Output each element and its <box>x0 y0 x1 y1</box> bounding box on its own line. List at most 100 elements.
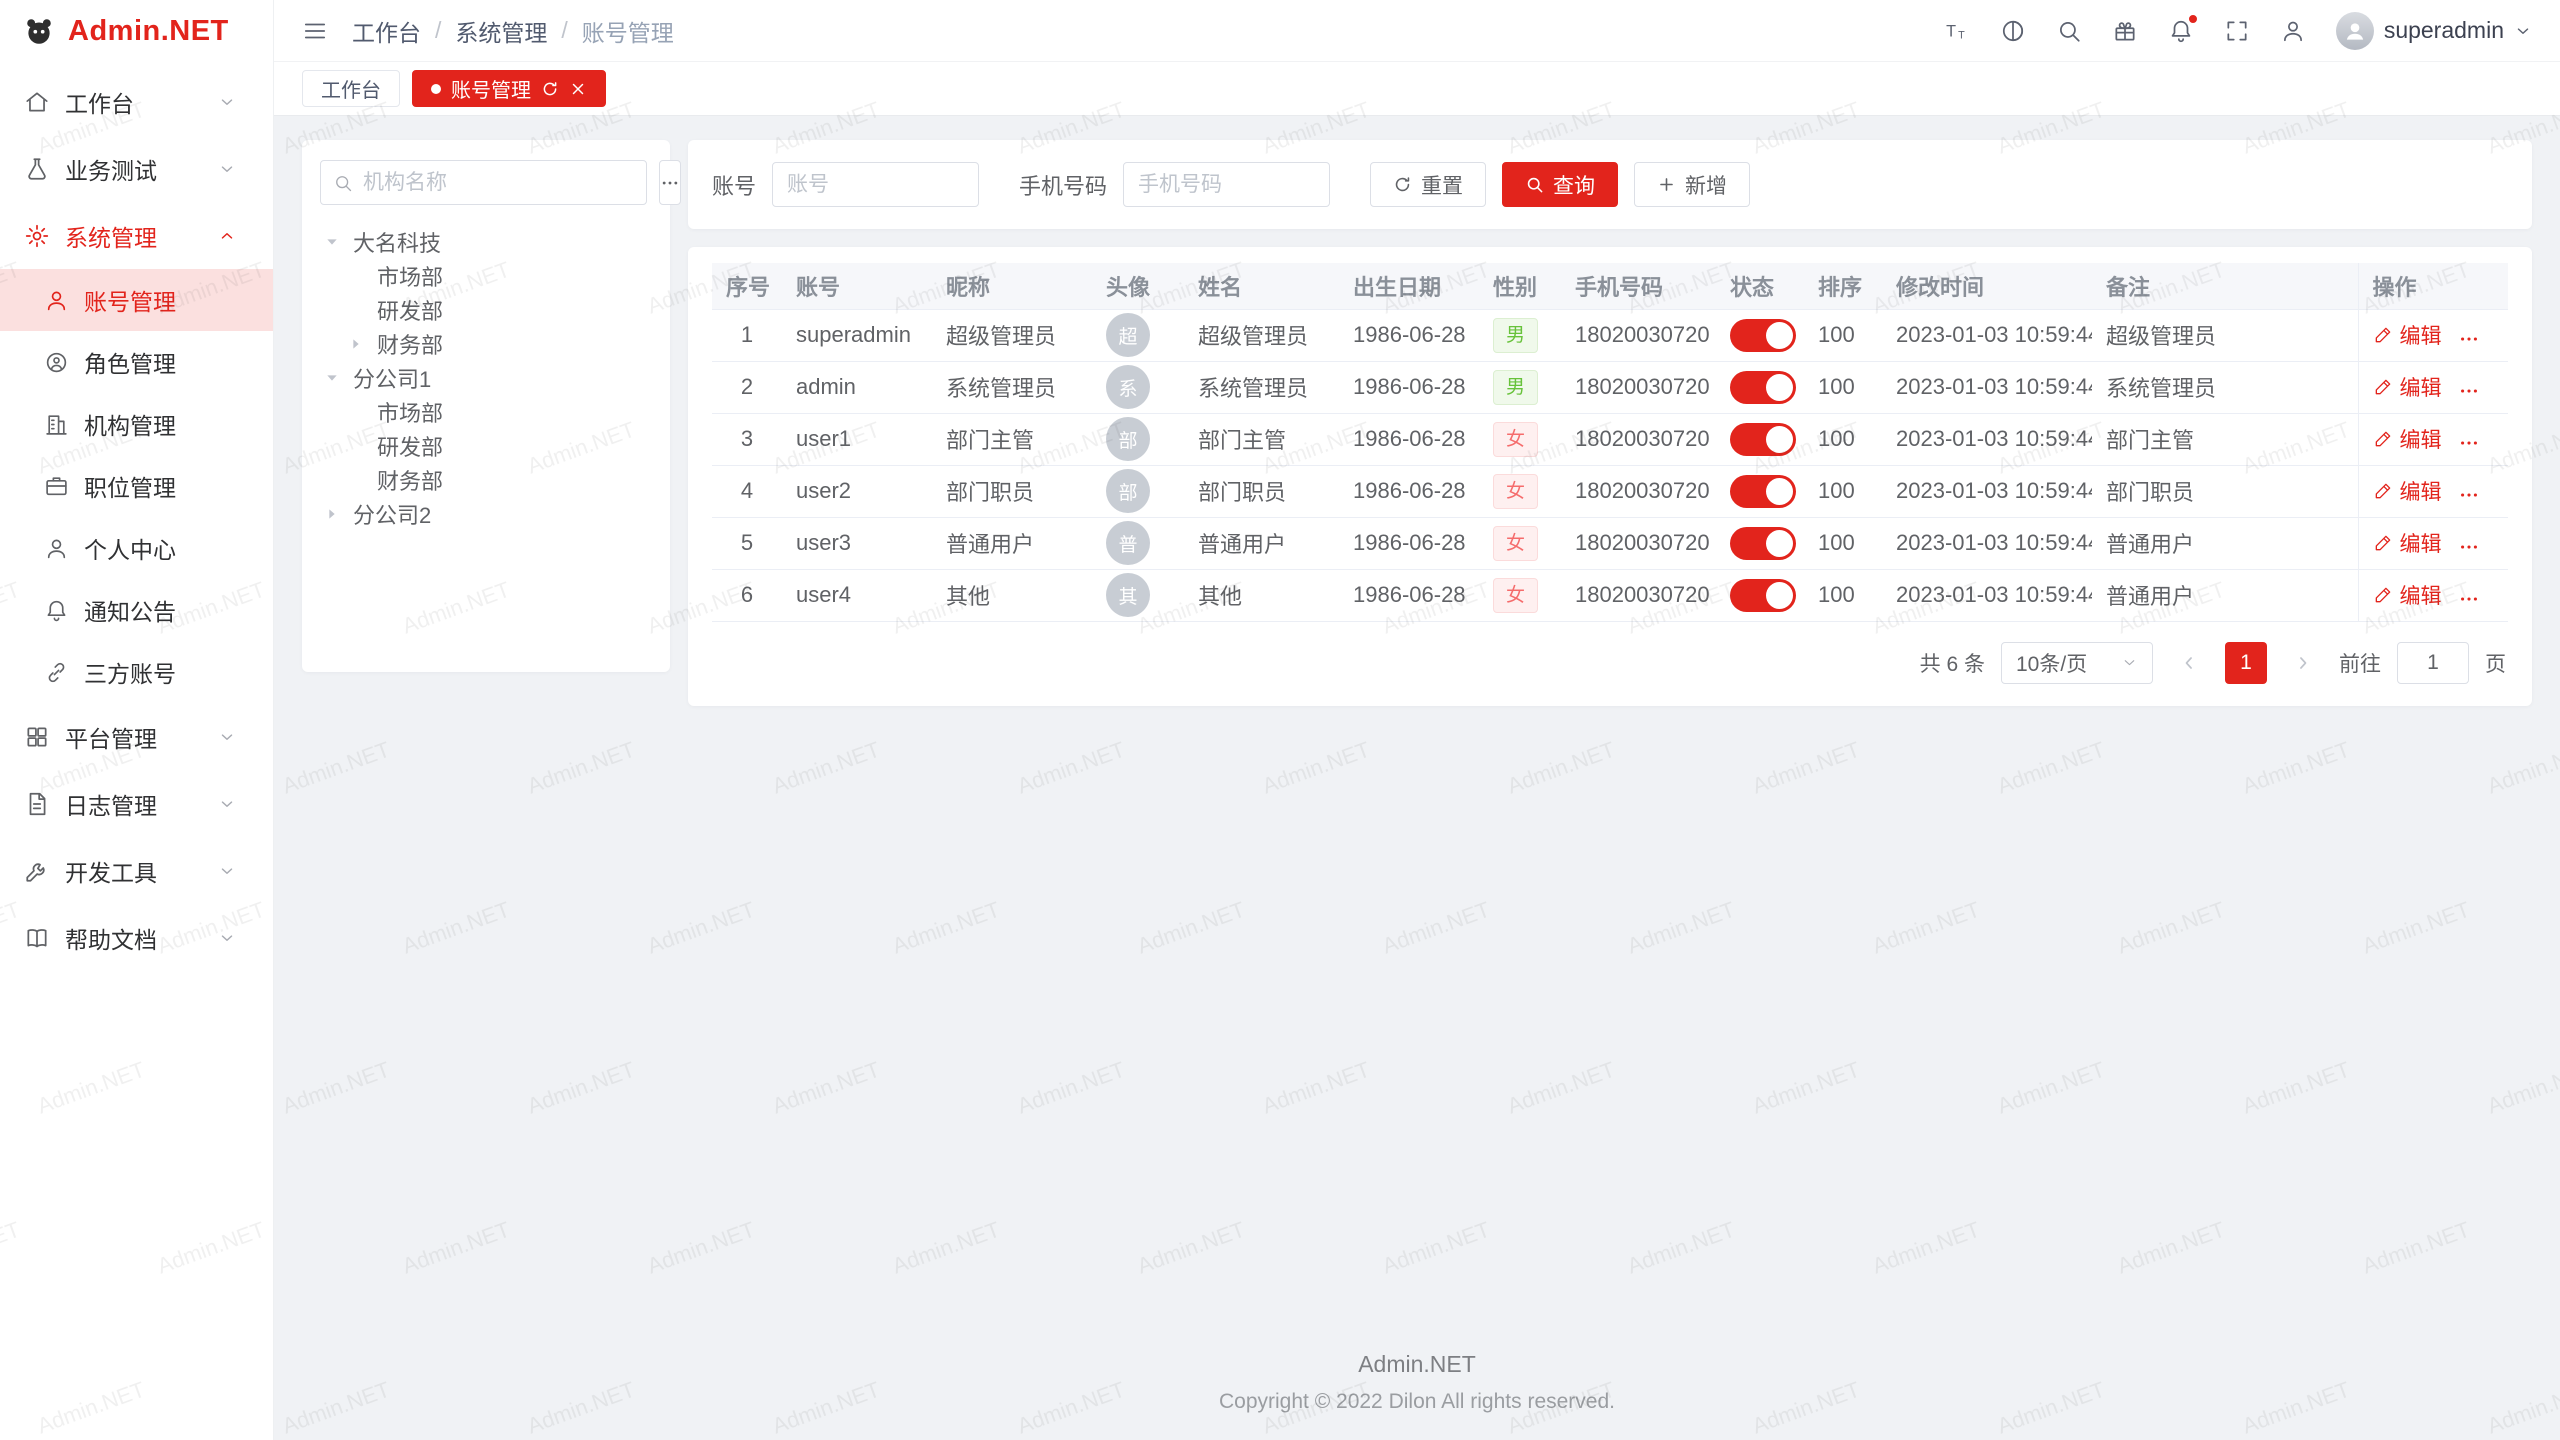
main-area: 工作台 / 系统管理 / 账号管理 TT superadmin <box>274 0 2560 1440</box>
status-toggle[interactable] <box>1730 579 1796 612</box>
edit-button[interactable]: 编辑 <box>2373 320 2442 350</box>
sidebar-item-system-management[interactable]: 系统管理 <box>0 202 273 269</box>
sidebar-item-business-test[interactable]: 业务测试 <box>0 135 273 202</box>
fullscreen-icon[interactable] <box>2224 18 2250 44</box>
breadcrumb-item-system[interactable]: 系统管理 <box>455 14 547 48</box>
font-size-icon[interactable]: TT <box>1944 18 1970 44</box>
row-more-button[interactable] <box>2458 432 2480 454</box>
cell-modified-time: 2023-01-03 10:59:44 <box>1882 517 2092 569</box>
sidebar-item-role-management[interactable]: 角色管理 <box>0 331 273 393</box>
table-row: 4user2部门职员部部门职员1986-06-28女18020030720100… <box>712 465 2508 517</box>
tree-more-button[interactable] <box>659 160 681 205</box>
tree-node[interactable]: 研发部 <box>320 429 652 463</box>
tree-node[interactable]: 分公司2 <box>320 497 652 531</box>
notification-bell[interactable] <box>2168 18 2194 44</box>
tab-close-icon[interactable] <box>569 80 587 98</box>
cell-actions: 编辑 <box>2358 569 2508 621</box>
row-more-button[interactable] <box>2458 328 2480 350</box>
tree-node[interactable]: 大名科技 <box>320 225 652 259</box>
cell-name: 其他 <box>1184 569 1339 621</box>
tree-node-label: 研发部 <box>377 294 443 326</box>
app-logo[interactable]: Admin.NET <box>0 0 273 62</box>
sidebar-item-org-management[interactable]: 机构管理 <box>0 393 273 455</box>
sidebar-item-log-management[interactable]: 日志管理 <box>0 770 273 837</box>
edit-button-label: 编辑 <box>2400 320 2442 350</box>
goto-page-input[interactable] <box>2397 642 2469 684</box>
edit-button[interactable]: 编辑 <box>2373 580 2442 610</box>
phone-input[interactable] <box>1123 162 1330 207</box>
cell-account: superadmin <box>782 309 932 361</box>
edit-button[interactable]: 编辑 <box>2373 424 2442 454</box>
cell-birth-date: 1986-06-28 <box>1339 309 1479 361</box>
sidebar-item-label: 三方账号 <box>84 655 176 689</box>
tree-node[interactable]: 市场部 <box>320 259 652 293</box>
reset-button-label: 重置 <box>1421 170 1463 200</box>
add-button[interactable]: 新增 <box>1634 162 1750 207</box>
sidebar-item-third-party-account[interactable]: 三方账号 <box>0 641 273 703</box>
search-icon[interactable] <box>2056 18 2082 44</box>
theme-icon[interactable] <box>2000 18 2026 44</box>
tree-node[interactable]: 财务部 <box>320 327 652 361</box>
status-toggle[interactable] <box>1730 475 1796 508</box>
user-settings-icon[interactable] <box>2280 18 2306 44</box>
caret-right-icon[interactable] <box>324 506 348 522</box>
sidebar-item-position-management[interactable]: 职位管理 <box>0 455 273 517</box>
row-more-button[interactable] <box>2458 588 2480 610</box>
tree-node[interactable]: 财务部 <box>320 463 652 497</box>
sidebar-item-workbench[interactable]: 工作台 <box>0 68 273 135</box>
row-more-button[interactable] <box>2458 380 2480 402</box>
search-button[interactable]: 查询 <box>1502 162 1618 207</box>
sidebar-item-label: 日志管理 <box>65 787 218 821</box>
tree-node[interactable]: 市场部 <box>320 395 652 429</box>
row-more-button[interactable] <box>2458 536 2480 558</box>
tab-account-management[interactable]: 账号管理 <box>412 70 606 107</box>
edit-button[interactable]: 编辑 <box>2373 476 2442 506</box>
cell-name: 普通用户 <box>1184 517 1339 569</box>
tree-node[interactable]: 研发部 <box>320 293 652 327</box>
status-toggle[interactable] <box>1730 319 1796 352</box>
sidebar-item-help-docs[interactable]: 帮助文档 <box>0 904 273 971</box>
sidebar-item-personal-center[interactable]: 个人中心 <box>0 517 273 579</box>
cell-status <box>1716 413 1804 465</box>
user-menu[interactable]: superadmin <box>2336 12 2532 50</box>
breadcrumb-item-workbench[interactable]: 工作台 <box>352 14 421 48</box>
org-name-input[interactable] <box>363 171 634 195</box>
cell-nickname: 超级管理员 <box>932 309 1092 361</box>
status-toggle[interactable] <box>1730 371 1796 404</box>
cell-order: 100 <box>1804 361 1882 413</box>
page-number-1[interactable]: 1 <box>2225 642 2267 684</box>
edit-button[interactable]: 编辑 <box>2373 372 2442 402</box>
page-size-select[interactable]: 10条/页 <box>2001 642 2153 684</box>
status-toggle[interactable] <box>1730 527 1796 560</box>
tab-workbench[interactable]: 工作台 <box>302 70 400 107</box>
gift-icon[interactable] <box>2112 18 2138 44</box>
cell-name: 系统管理员 <box>1184 361 1339 413</box>
sidebar-item-dev-tools[interactable]: 开发工具 <box>0 837 273 904</box>
users-table-card: 序号账号昵称头像姓名出生日期性别手机号码状态排序修改时间备注操作 1supera… <box>688 247 2532 706</box>
edit-button[interactable]: 编辑 <box>2373 528 2442 558</box>
caret-right-icon[interactable] <box>348 336 372 352</box>
tab-refresh-icon[interactable] <box>541 80 559 98</box>
sidebar-menu: 工作台业务测试系统管理账号管理角色管理机构管理职位管理个人中心通知公告三方账号平… <box>0 62 273 1440</box>
menu-collapse-icon[interactable] <box>302 18 328 44</box>
tool-icon <box>24 858 50 884</box>
sidebar-item-notice-announcement[interactable]: 通知公告 <box>0 579 273 641</box>
org-tree-panel: 大名科技市场部研发部财务部分公司1市场部研发部财务部分公司2 <box>302 140 670 672</box>
reset-button[interactable]: 重置 <box>1370 162 1486 207</box>
sidebar-item-account-management[interactable]: 账号管理 <box>0 269 273 331</box>
more-icon <box>660 173 680 193</box>
account-input[interactable] <box>772 162 979 207</box>
next-page-button[interactable] <box>2283 643 2323 683</box>
sidebar-item-label: 账号管理 <box>84 283 176 317</box>
caret-down-icon[interactable] <box>324 370 348 386</box>
cell-gender: 女 <box>1479 413 1561 465</box>
cell-nickname: 系统管理员 <box>932 361 1092 413</box>
status-toggle[interactable] <box>1730 423 1796 456</box>
cell-gender: 女 <box>1479 465 1561 517</box>
sidebar-item-platform-management[interactable]: 平台管理 <box>0 703 273 770</box>
tree-node[interactable]: 分公司1 <box>320 361 652 395</box>
prev-page-button[interactable] <box>2169 643 2209 683</box>
right-column: 账号 手机号码 重置 查询 新增 <box>688 140 2532 706</box>
caret-down-icon[interactable] <box>324 234 348 250</box>
row-more-button[interactable] <box>2458 484 2480 506</box>
